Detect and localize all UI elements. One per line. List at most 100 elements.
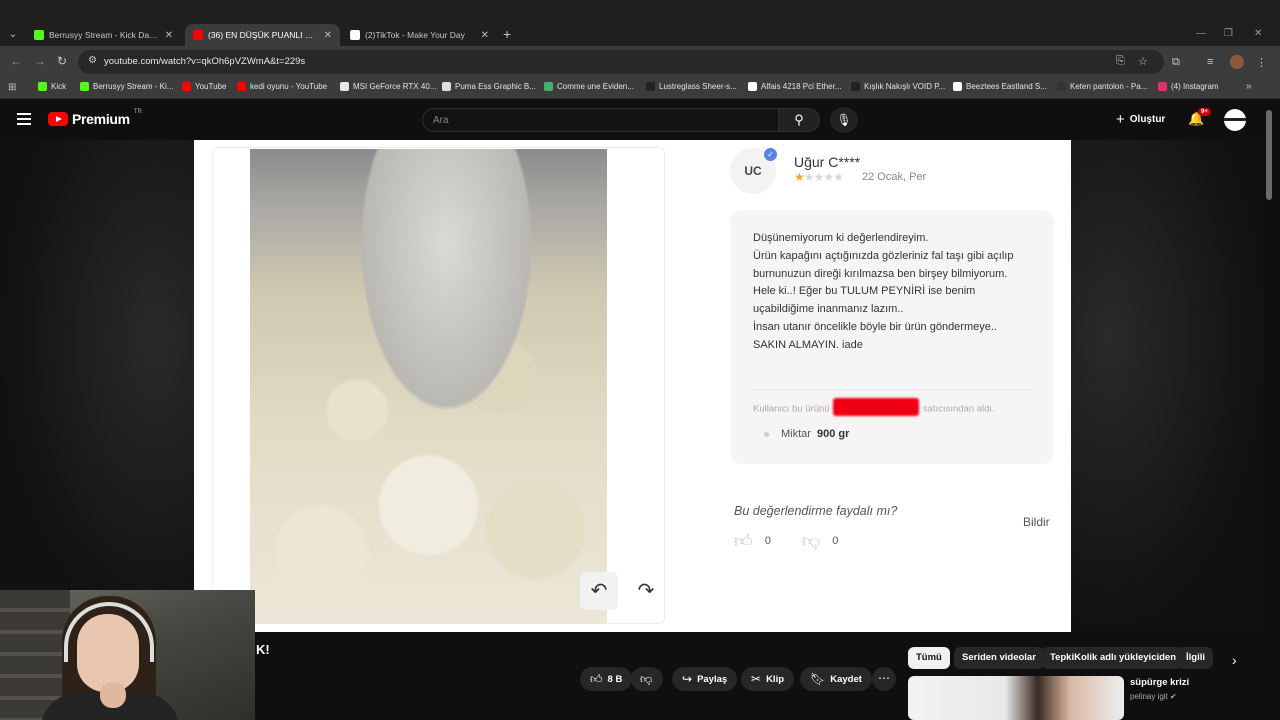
logo-word: Premium [72,111,130,127]
bookmark-item[interactable]: MSI GeForce RTX 40... [340,82,436,91]
bookmark-label: Lustreglass Sheer-s... [659,82,737,91]
notification-badge: 9+ [1198,108,1211,116]
close-tab-icon[interactable]: ✕ [165,30,173,41]
video-player[interactable]: ↶ ↷ UC ✓ Uğur C**** ★★★★★ 22 Ocak, Per D… [0,140,1264,632]
recommended-thumbnail[interactable] [908,676,1124,720]
review-like: 👍︎ 0 [734,530,771,552]
youtube-favicon-icon [193,30,203,40]
new-tab-icon[interactable]: + [503,26,511,42]
search-input[interactable] [423,109,779,131]
logo-region: TR [133,109,142,115]
share-button[interactable]: ↪ Paylaş [672,667,738,691]
chevron-right-icon[interactable]: › [1232,652,1237,668]
more-actions-icon[interactable]: ⋯ [872,667,896,691]
close-window-icon[interactable]: ✕ [1254,28,1262,39]
like-button[interactable]: 👍︎ 8 B [580,667,633,691]
tab-tiktok[interactable]: (2)TikTok - Make Your Day ✕ [342,24,497,46]
youtube-header: Premium TR ⚲ 🎙 + Oluştur 🔔 9+ [0,100,1280,140]
chip-all[interactable]: Tümü [908,647,950,669]
verified-icon: ✔ [1170,692,1177,701]
forward-icon[interactable]: → [34,54,46,68]
bookmark-item[interactable]: kedi oyunu - YouTube [237,82,327,91]
bookmark-label: Keten pantolon - Pa... [1070,82,1148,91]
bookmark-favicon-icon [953,82,962,91]
media-controls-icon[interactable]: ≡ [1207,56,1213,68]
star-empty-icon: ★ [803,170,815,184]
chip-related[interactable]: İlgili [1178,647,1213,669]
bookmark-label: kedi oyunu - YouTube [250,82,328,91]
voice-search-button[interactable]: 🎙 [830,107,858,133]
close-tab-icon[interactable]: ✕ [481,30,489,41]
seller-prefix: Kullanıcı bu ürünü [753,403,830,415]
url-text[interactable]: youtube.com/watch?v=qkOh6pVZWmA&t=229s [104,56,305,67]
back-icon[interactable]: ← [10,54,22,68]
streamer-hand [100,682,126,708]
install-app-icon[interactable]: ⎘ [1116,55,1125,68]
page-scrollbar[interactable] [1266,110,1272,200]
minimize-icon[interactable]: — [1196,28,1206,39]
close-tab-icon[interactable]: ✕ [324,30,332,41]
bookmark-item[interactable]: YouTube [182,82,226,91]
youtube-logo[interactable]: Premium TR [48,109,142,127]
bookmark-item[interactable]: Beeztees Eastland S... [953,82,1047,91]
create-label: Oluştur [1129,114,1166,125]
bookmark-favicon-icon [80,82,89,91]
review-page-frame: ↶ ↷ UC ✓ Uğur C**** ★★★★★ 22 Ocak, Per D… [194,140,1071,632]
create-button[interactable]: + Oluştur [1116,111,1165,128]
bookmark-item[interactable]: Berrusyy Stream - Ki... [80,82,173,91]
star-empty-icon: ★ [833,170,844,184]
search-button[interactable]: ⚲ [778,108,820,132]
bookmark-item[interactable]: Puma Ess Graphic B... [442,82,536,91]
extensions-icon[interactable]: ⧉ [1172,56,1180,69]
rotate-left-icon: ↶ [580,572,618,610]
recommended-channel[interactable]: pelinay igit ✔ [1130,692,1177,701]
thumbs-down-icon: 👎︎ [802,531,821,551]
bookmark-item[interactable]: (4) Instagram [1158,82,1219,91]
bookmark-star-icon[interactable]: ☆ [1138,55,1148,68]
save-button[interactable]: 🔖︎ Kaydet [800,667,872,691]
cheese-photo [250,149,607,624]
dislike-count: 0 [832,535,839,547]
video-title: K! [256,642,270,657]
bookmark-item[interactable]: Kışlık Nakışlı VOID P... [851,82,945,91]
video-background-left [0,140,194,632]
account-avatar[interactable] [1224,109,1246,131]
menu-kebab-icon[interactable]: ⋮ [1256,56,1267,69]
search-field[interactable] [422,108,780,132]
recommended-title[interactable]: süpürge krizi [1130,677,1189,688]
bookmark-item[interactable]: Lustreglass Sheer-s... [646,82,737,91]
more-bookmarks-icon[interactable]: » [1246,81,1252,92]
thumbs-up-icon: 👍︎ [590,671,603,686]
tab-youtube[interactable]: (36) EN DÜŞÜK PUANLI YİYECE ✕ [185,24,340,46]
bookmark-item[interactable]: Comme une Eviden... [544,82,634,91]
bookmark-label: MSI GeForce RTX 40... [353,82,437,91]
clip-label: Klip [766,673,785,685]
site-info-icon[interactable]: ⚙ [88,55,100,67]
dislike-button[interactable]: 👎︎ [631,667,663,691]
bookmark-label: Kick [51,82,67,91]
verified-check-icon: ✓ [764,148,777,161]
tab-search-icon[interactable]: ⌄ [4,26,22,44]
bookmark-favicon-icon [442,82,451,91]
chip-series[interactable]: Seriden videolar [954,647,1044,669]
seller-info: Kullanıcı bu ürünü satıcısından aldı. [753,398,995,416]
chip-uploader[interactable]: TepkiKolik adlı yükleyiciden [1042,647,1185,669]
quantity-label: Miktar [781,428,811,440]
tab-kick[interactable]: Berrusyy Stream - Kick Dashbo ✕ [26,24,181,46]
bookmark-item[interactable]: Keten pantolon - Pa... [1057,82,1147,91]
bookmark-item[interactable]: Alfais 4218 Pci Ether... [748,82,842,91]
address-bar[interactable]: ⚙ youtube.com/watch?v=qkOh6pVZWmA&t=229s… [78,50,1164,74]
reload-icon[interactable]: ↻ [57,54,67,68]
microphone-icon: 🎙 [836,113,852,127]
divider [753,389,1035,390]
maximize-icon[interactable]: ❐ [1224,28,1233,39]
bookmark-label: Comme une Eviden... [557,82,634,91]
browser-tab-strip: ⌄ Berrusyy Stream - Kick Dashbo ✕ (36) E… [0,0,1280,46]
apps-grid-icon[interactable]: ⊞ [8,82,16,93]
webcam-overlay [0,590,255,720]
hamburger-menu-icon[interactable] [17,113,31,125]
notifications-button[interactable]: 🔔 9+ [1188,108,1211,127]
bookmark-item[interactable]: Kick [38,82,66,91]
profile-avatar[interactable] [1230,55,1244,69]
clip-button[interactable]: ✂ Klip [741,667,795,691]
